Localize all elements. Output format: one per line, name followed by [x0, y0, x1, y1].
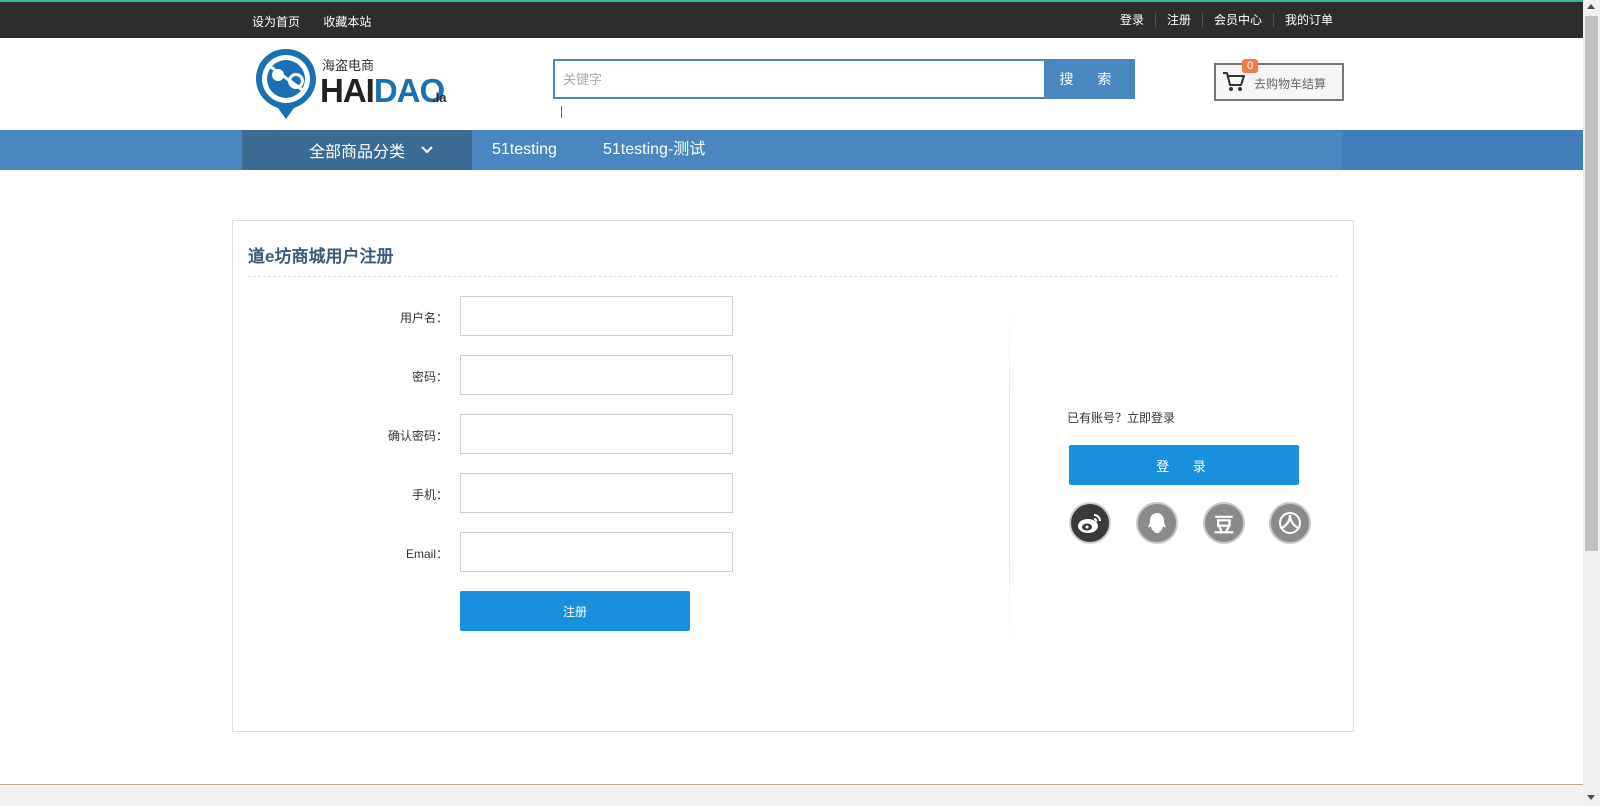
email-row: Email： — [233, 532, 733, 572]
vertical-scrollbar[interactable] — [1583, 0, 1600, 806]
douban-icon[interactable]: 豆 — [1203, 502, 1245, 544]
confirm-password-label: 确认密码： — [387, 429, 448, 443]
login-button[interactable]: 登 录 — [1069, 445, 1299, 485]
nav-link-51testing[interactable]: 51testing — [492, 130, 557, 170]
cart-button[interactable]: 0 去购物车结算 — [1214, 59, 1344, 101]
nav-accent — [1342, 130, 1583, 170]
member-center-link[interactable]: 会员中心 — [1201, 13, 1273, 27]
cart-icon — [1222, 71, 1246, 98]
scroll-down-arrow-icon[interactable] — [1587, 795, 1595, 800]
password-row: 密码： — [233, 355, 733, 395]
register-link[interactable]: 注册 — [1154, 13, 1202, 27]
email-field[interactable] — [460, 532, 733, 572]
search-button[interactable]: 搜 索 — [1044, 61, 1133, 97]
renren-icon[interactable] — [1269, 502, 1311, 544]
phone-label: 手机： — [411, 488, 448, 502]
top-bar: 设为首页 收藏本站 登录 注册 会员中心 我的订单 — [0, 0, 1583, 38]
cart-label: 去购物车结算 — [1254, 77, 1327, 91]
scrollbar-thumb[interactable] — [1585, 16, 1598, 551]
top-bar-left: 设为首页 收藏本站 — [252, 13, 391, 30]
set-homepage-link[interactable]: 设为首页 — [252, 15, 300, 29]
header: 海盗电商 HAIDAO .la 搜 索 0 去购物车结算 — [0, 38, 1583, 130]
logo[interactable]: 海盗电商 HAIDAO .la — [254, 47, 454, 121]
search-input[interactable] — [555, 61, 1044, 97]
username-row: 用户名： — [233, 296, 733, 336]
vertical-divider — [1009, 311, 1010, 641]
page-title: 道e坊商城用户注册 — [248, 247, 394, 266]
search-box: 搜 索 — [553, 59, 1135, 99]
main-nav: 全部商品分类 51testing 51testing-测试 — [0, 130, 1583, 170]
have-account-prompt: 已有账号？ — [1067, 411, 1128, 425]
password-field[interactable] — [460, 355, 733, 395]
login-link[interactable]: 登录 — [1109, 13, 1155, 27]
scroll-up-arrow-icon[interactable] — [1587, 4, 1595, 9]
register-submit-button[interactable]: 注册 — [460, 591, 690, 631]
text-caret — [561, 106, 562, 118]
all-categories-menu[interactable]: 全部商品分类 — [242, 130, 472, 170]
have-account-text: 已有账号？立即登录 — [1067, 409, 1175, 426]
my-orders-link[interactable]: 我的订单 — [1272, 13, 1333, 27]
confirm-password-field[interactable] — [460, 414, 733, 454]
phone-row: 手机： — [233, 473, 733, 513]
svg-text:海盗电商: 海盗电商 — [322, 58, 374, 73]
qq-icon[interactable] — [1136, 502, 1178, 544]
email-label: Email： — [405, 547, 448, 561]
bookmark-link[interactable]: 收藏本站 — [323, 15, 371, 29]
phone-field[interactable] — [460, 473, 733, 513]
weibo-icon[interactable] — [1069, 502, 1111, 544]
all-categories-label: 全部商品分类 — [309, 144, 406, 161]
register-panel: 道e坊商城用户注册 用户名： 密码： 确认密码： 手机： Email： 注册 已… — [232, 220, 1354, 732]
username-label: 用户名： — [399, 311, 448, 325]
confirm-password-row: 确认密码： — [233, 414, 733, 454]
nav-link-51testing-test[interactable]: 51testing-测试 — [603, 130, 705, 170]
svg-text:HAIDAO: HAIDAO — [320, 72, 445, 109]
username-field[interactable] — [460, 296, 733, 336]
douban-glyph: 豆 — [1214, 514, 1234, 537]
svg-text:.la: .la — [432, 90, 447, 105]
top-bar-right: 登录 注册 会员中心 我的订单 — [1109, 13, 1333, 27]
login-now-link[interactable]: 立即登录 — [1127, 411, 1175, 425]
chevron-down-icon — [421, 141, 433, 159]
title-divider — [248, 276, 1338, 277]
cart-count-badge: 0 — [1242, 59, 1259, 73]
logo-graphic: 海盗电商 HAIDAO .la — [256, 49, 447, 119]
password-label: 密码： — [411, 370, 448, 384]
footer-strip — [0, 784, 1583, 806]
